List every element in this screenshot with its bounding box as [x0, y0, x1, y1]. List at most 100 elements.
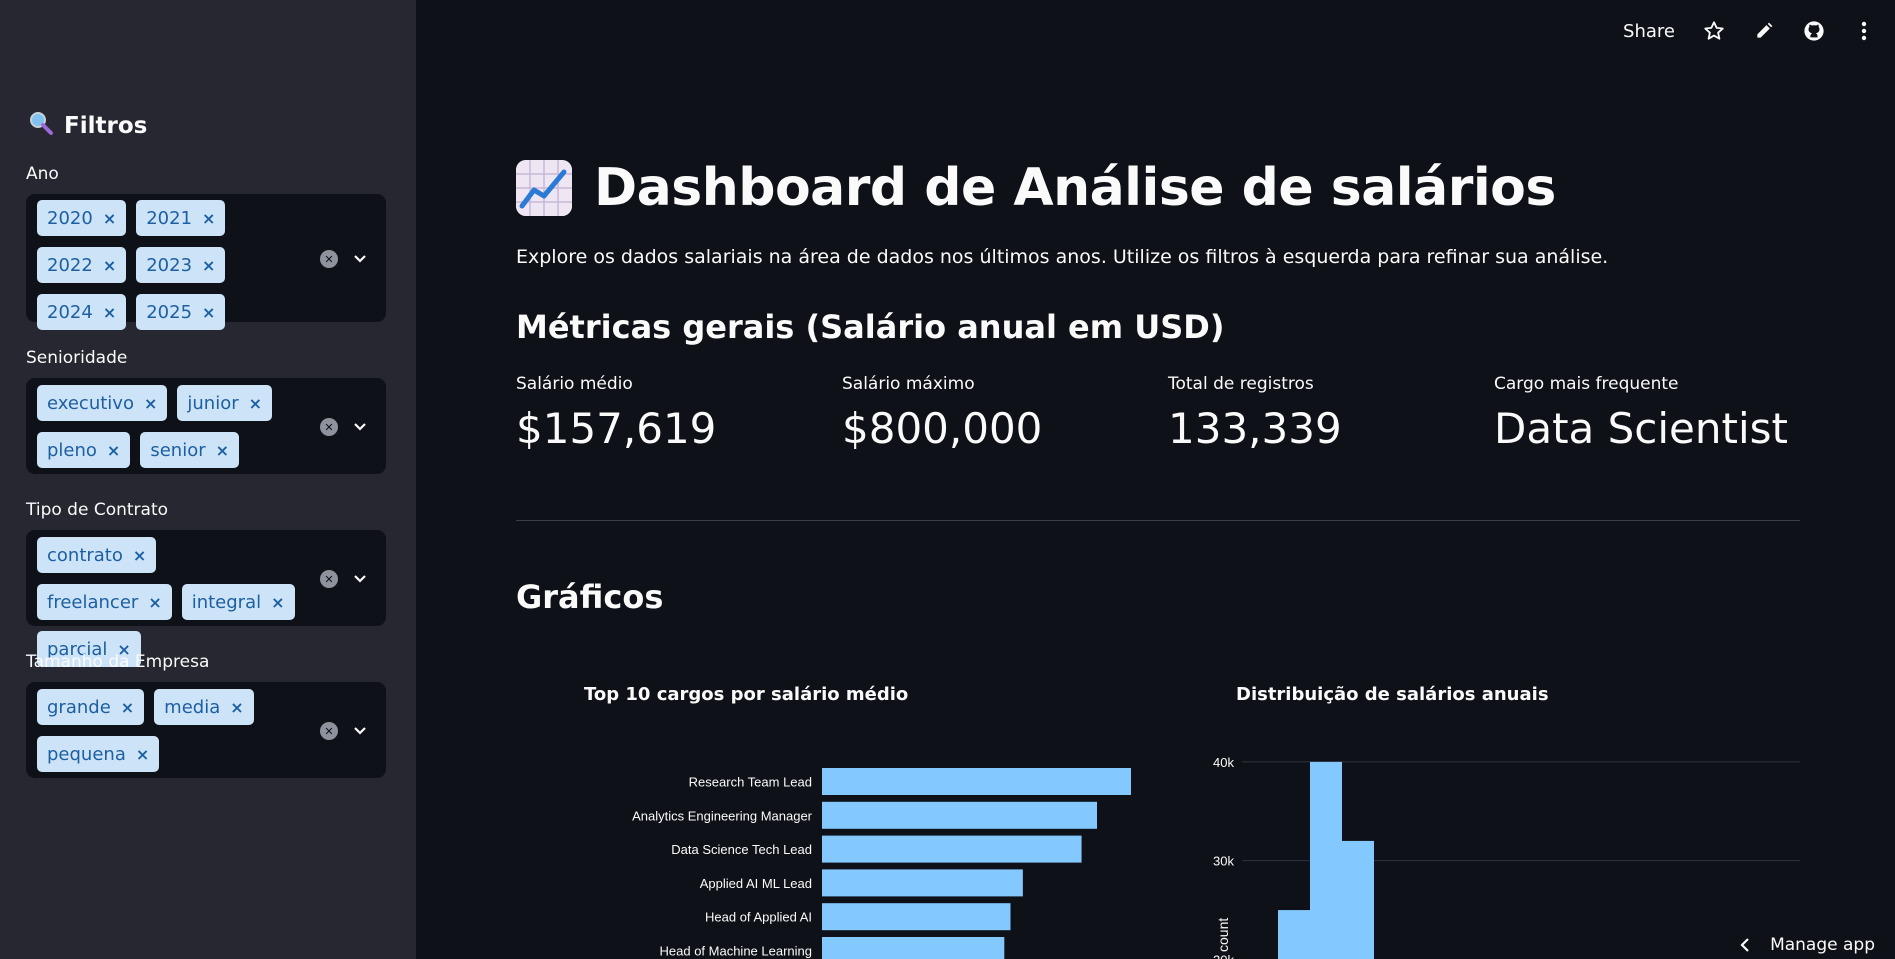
- chip-remove-icon[interactable]: ×: [103, 256, 116, 275]
- filter-label-tipo-contrato: Tipo de Contrato: [26, 500, 169, 520]
- clear-all-icon[interactable]: ✕: [320, 418, 338, 436]
- metric-value: $800,000: [842, 404, 1043, 453]
- multiselect-tipo-contrato[interactable]: contrato × freelancer × integral × parcial ×…: [26, 530, 386, 667]
- bar: [822, 869, 1023, 897]
- y-axis-title: count: [1215, 918, 1231, 952]
- metric-salario-maximo: Salário máximo $800,000: [842, 374, 1162, 453]
- chip-senioridade: pleno ×: [37, 432, 131, 468]
- share-button[interactable]: Share: [1623, 21, 1675, 42]
- clear-all-icon[interactable]: ✕: [320, 250, 338, 268]
- chip-remove-icon[interactable]: ×: [103, 209, 116, 228]
- manage-app-button[interactable]: Manage app: [1740, 935, 1875, 955]
- sidebar: Filtros Ano 2020 × 2021 × 2022 × 2023 × 2024…: [0, 0, 416, 959]
- page-subtitle: Explore os dados salariais na área de da…: [516, 246, 1609, 268]
- chip-tamanho-empresa: pequena ×: [37, 736, 160, 772]
- chip-senioridade: senior ×: [140, 432, 240, 468]
- chip-remove-icon[interactable]: ×: [121, 698, 134, 717]
- chevron-down-icon[interactable]: [352, 571, 368, 587]
- bar-category-label: Analytics Engineering Manager: [632, 808, 813, 823]
- chart-top-cargos[interactable]: Research Team Lead Analytics Engineering …: [516, 740, 1156, 959]
- multiselect-senioridade[interactable]: executivo × junior × pleno × senior × ✕: [26, 378, 386, 474]
- metric-value: $157,619: [516, 404, 717, 453]
- bar-category-label: Research Team Lead: [689, 775, 812, 790]
- clear-all-icon[interactable]: ✕: [320, 570, 338, 588]
- edit-icon[interactable]: [1753, 20, 1775, 42]
- metric-cargo-frequente: Cargo mais frequente Data Scientist: [1494, 374, 1814, 453]
- chip-ano: 2023 ×: [136, 247, 226, 283]
- bar-category-label: Head of Machine Learning: [660, 944, 813, 959]
- page-title: Dashboard de Análise de salários: [594, 158, 1556, 218]
- chip-senioridade: executivo ×: [37, 385, 168, 421]
- metric-label: Salário médio: [516, 374, 633, 394]
- bar: [822, 801, 1098, 829]
- bar-category-label: Applied AI ML Lead: [700, 876, 812, 891]
- divider: [516, 520, 1800, 521]
- chip-ano: 2025 ×: [136, 294, 226, 330]
- metric-total-registros: Total de registros 133,339: [1168, 374, 1488, 453]
- chart-distribuicao-salarios[interactable]: 40k 30k 20kcount: [1156, 740, 1800, 959]
- filter-label-senioridade: Senioridade: [26, 348, 128, 368]
- chip-remove-icon[interactable]: ×: [202, 303, 215, 322]
- sidebar-title-text: Filtros: [64, 113, 148, 139]
- chip-remove-icon[interactable]: ×: [144, 394, 157, 413]
- metric-salario-medio: Salário médio $157,619: [516, 374, 836, 453]
- filter-label-ano: Ano: [26, 164, 59, 184]
- chip-remove-icon[interactable]: ×: [202, 209, 215, 228]
- chip-tamanho-empresa: grande ×: [37, 689, 145, 725]
- metric-value: Data Scientist: [1494, 404, 1788, 453]
- title-row: Dashboard de Análise de salários: [516, 158, 1556, 218]
- chip-remove-icon[interactable]: ×: [103, 303, 116, 322]
- chevron-down-icon[interactable]: [352, 251, 368, 267]
- filter-label-tamanho-empresa: Tamanho da Empresa: [26, 652, 210, 672]
- metric-value: 133,339: [1168, 404, 1342, 453]
- chip-remove-icon[interactable]: ×: [230, 698, 243, 717]
- histogram-bar: [1342, 840, 1374, 959]
- chip-remove-icon[interactable]: ×: [133, 546, 146, 565]
- chip-remove-icon[interactable]: ×: [271, 593, 284, 612]
- bar: [822, 937, 1005, 959]
- metric-label: Total de registros: [1168, 374, 1314, 394]
- chevron-left-icon: [1740, 938, 1749, 952]
- chip-tipo-contrato: integral ×: [181, 584, 295, 620]
- chevron-down-icon[interactable]: [352, 723, 368, 739]
- multiselect-tamanho-empresa[interactable]: grande × media × pequena × ✕: [26, 682, 386, 778]
- chip-remove-icon[interactable]: ×: [216, 441, 229, 460]
- manage-app-label: Manage app: [1770, 935, 1875, 955]
- chevron-down-icon[interactable]: [352, 419, 368, 435]
- bar: [822, 903, 1011, 931]
- github-icon[interactable]: [1803, 20, 1825, 42]
- chart-title-distribuicao: Distribuição de salários anuais: [1236, 684, 1549, 705]
- chip-tamanho-empresa: media ×: [154, 689, 254, 725]
- chip-ano: 2022 ×: [37, 247, 127, 283]
- histogram-bar: [1278, 910, 1310, 959]
- graphs-heading: Gráficos: [516, 578, 664, 616]
- chip-remove-icon[interactable]: ×: [202, 256, 215, 275]
- metric-label: Cargo mais frequente: [1494, 374, 1679, 394]
- chip-ano: 2020 ×: [37, 200, 127, 236]
- chip-remove-icon[interactable]: ×: [249, 394, 262, 413]
- y-tick-label: 40k: [1213, 755, 1234, 770]
- more-vertical-icon[interactable]: [1853, 20, 1875, 42]
- bar-category-label: Head of Applied AI: [705, 910, 812, 925]
- chart-increasing-icon: [516, 160, 572, 216]
- sidebar-title: Filtros: [28, 110, 147, 142]
- chart-title-top-cargos: Top 10 cargos por salário médio: [584, 684, 909, 705]
- top-toolbar: Share: [1623, 20, 1875, 42]
- chip-ano: 2021 ×: [136, 200, 226, 236]
- bar: [822, 768, 1131, 795]
- multiselect-ano[interactable]: 2020 × 2021 × 2022 × 2023 × 2024 × 2025 × ✕: [26, 194, 386, 330]
- chip-ano: 2024 ×: [37, 294, 127, 330]
- metrics-heading: Métricas gerais (Salário anual em USD): [516, 308, 1225, 346]
- chip-remove-icon[interactable]: ×: [136, 745, 149, 764]
- star-icon[interactable]: [1703, 20, 1725, 42]
- histogram-bar: [1310, 761, 1342, 959]
- chip-senioridade: junior ×: [177, 385, 273, 421]
- chip-remove-icon[interactable]: ×: [107, 441, 120, 460]
- bar-category-label: Data Science Tech Lead: [671, 842, 812, 857]
- magnifier-icon: [28, 110, 56, 142]
- chip-remove-icon[interactable]: ×: [148, 593, 161, 612]
- chip-tipo-contrato: freelancer ×: [37, 584, 172, 620]
- clear-all-icon[interactable]: ✕: [320, 722, 338, 740]
- chip-tipo-contrato: contrato ×: [37, 537, 157, 573]
- y-tick-label: 30k: [1213, 854, 1234, 869]
